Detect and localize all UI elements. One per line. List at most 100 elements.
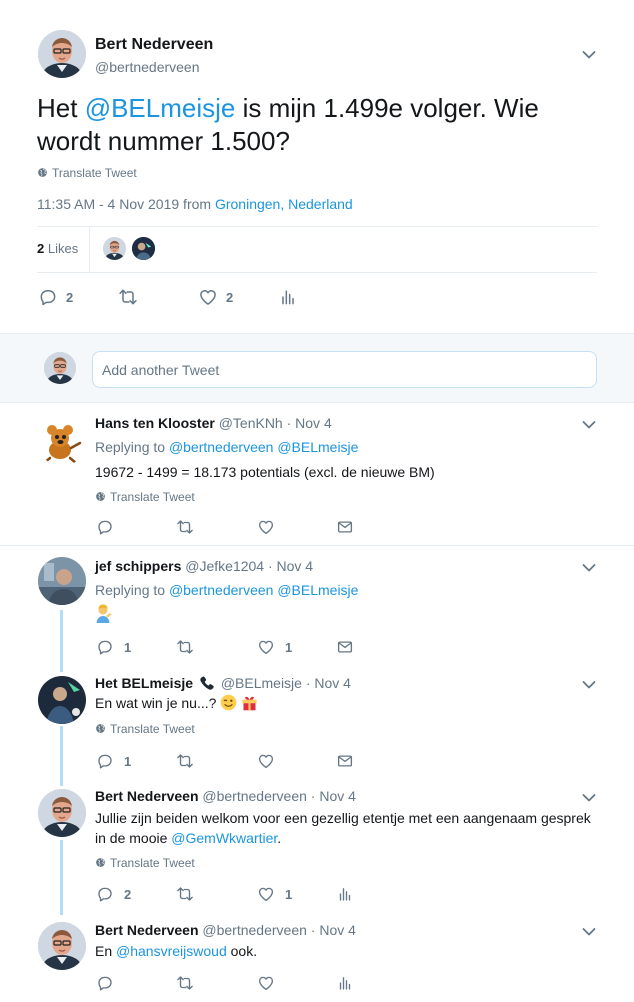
translate-tweet[interactable]: Translate Tweet (95, 856, 195, 870)
chevron-down-icon[interactable] (582, 927, 596, 937)
phone-icon (200, 676, 214, 690)
avatar[interactable] (38, 557, 86, 605)
author-handle[interactable]: @bertnederveen (95, 59, 200, 75)
person-emoji (95, 604, 112, 623)
analytics-icon[interactable] (278, 287, 298, 307)
translate-tweet[interactable]: Translate Tweet (95, 722, 195, 736)
like-icon[interactable] (257, 518, 275, 536)
retweet-icon[interactable] (176, 752, 194, 770)
author-name[interactable]: Hans ten Klooster (95, 415, 215, 431)
author-meta[interactable]: @BELmeisje · Nov 4 (221, 675, 351, 691)
avatar[interactable] (38, 789, 86, 837)
timestamp-text[interactable]: 11:35 AM - 4 Nov 2019 from (37, 196, 215, 212)
avatar[interactable] (38, 922, 86, 970)
reply-header: Hans ten Klooster @TenKNh · Nov 4 (95, 415, 332, 431)
chevron-down-icon[interactable] (582, 563, 596, 573)
tweet-text-line2: wordt nummer 1.500? (37, 126, 290, 156)
reply-header: Het BELmeisje @BELmeisje · Nov 4 (95, 675, 351, 691)
reply-icon[interactable] (96, 638, 114, 656)
location-link[interactable]: Groningen, Nederland (215, 196, 353, 212)
globe-icon (95, 723, 106, 734)
reply-text-line2: in de mooie (95, 830, 172, 846)
retweet-icon[interactable] (176, 885, 194, 903)
reply-count: 2 (124, 887, 132, 902)
translate-label: Translate Tweet (110, 490, 195, 504)
globe-icon (95, 857, 106, 868)
reply-text-body: En wat win je nu...? (95, 695, 217, 711)
divider (0, 545, 634, 546)
author-name[interactable]: Bert Nederveen (95, 36, 213, 54)
retweet-icon[interactable] (118, 287, 138, 307)
likes-stat[interactable]: 2 Likes (37, 241, 78, 256)
retweet-icon[interactable] (176, 518, 194, 536)
reply-text: En @hansvreijswoud ook. (95, 941, 257, 961)
avatar[interactable] (38, 30, 86, 78)
reply-icon[interactable] (96, 752, 114, 770)
replying-label: Replying to (95, 439, 169, 455)
add-tweet-input[interactable]: Add another Tweet (92, 351, 597, 388)
author-name[interactable]: jef schippers (95, 558, 181, 574)
reply-icon[interactable] (96, 974, 114, 992)
mention-link[interactable]: @GemWkwartier (171, 830, 277, 846)
reply-icon[interactable] (96, 885, 114, 903)
reply-header: Bert Nederveen @bertnederveen · Nov 4 (95, 922, 356, 938)
liker-avatar[interactable] (103, 237, 126, 260)
tweet-text-prefix: Het (37, 93, 85, 123)
replying-mentions[interactable]: @bertnederveen @BELmeisje (169, 582, 359, 598)
divider (37, 226, 597, 227)
avatar[interactable] (38, 418, 86, 466)
reply-text: 19672 - 1499 = 18.173 potentials (excl. … (95, 464, 435, 480)
avatar (44, 352, 76, 384)
like-icon[interactable] (257, 752, 275, 770)
like-icon[interactable] (257, 974, 275, 992)
dm-icon[interactable] (336, 518, 354, 536)
chevron-down-icon[interactable] (582, 50, 596, 60)
reply-icon[interactable] (38, 287, 58, 307)
translate-tweet[interactable]: Translate Tweet (37, 166, 137, 180)
tweet-text: Het @BELmeisje is mijn 1.499e volger. Wi… (37, 92, 617, 158)
reply-count: 1 (124, 640, 132, 655)
analytics-icon[interactable] (336, 974, 354, 992)
like-icon[interactable] (257, 885, 275, 903)
translate-label: Translate Tweet (52, 166, 137, 180)
author-name[interactable]: Bert Nederveen (95, 788, 199, 804)
likes-label: Likes (47, 241, 79, 256)
replying-to: Replying to @bertnederveen @BELmeisje (95, 439, 358, 455)
mention-link[interactable]: @BELmeisje (85, 93, 236, 123)
chevron-down-icon[interactable] (582, 793, 596, 803)
mention-link[interactable]: @hansvreijswoud (116, 943, 227, 959)
liker-avatar[interactable] (132, 237, 155, 260)
reply-header: jef schippers @Jefke1204 · Nov 4 (95, 558, 313, 574)
dm-icon[interactable] (336, 752, 354, 770)
like-count: 2 (226, 290, 234, 305)
likes-count: 2 (37, 241, 45, 256)
reply-text-line1: Jullie zijn beiden welkom voor een gezel… (95, 810, 591, 826)
author-meta[interactable]: @bertnederveen · Nov 4 (202, 922, 356, 938)
retweet-icon[interactable] (176, 638, 194, 656)
chevron-down-icon[interactable] (582, 680, 596, 690)
retweet-icon[interactable] (176, 974, 194, 992)
dm-icon[interactable] (336, 638, 354, 656)
author-meta[interactable]: @TenKNh · Nov 4 (219, 415, 332, 431)
like-count: 1 (285, 640, 293, 655)
reply-composer: Add another Tweet (0, 333, 634, 403)
reply-text: En wat win je nu...? (95, 693, 258, 713)
replying-mentions[interactable]: @bertnederveen @BELmeisje (169, 439, 359, 455)
tweet-timestamp: 11:35 AM - 4 Nov 2019 from Groningen, Ne… (37, 196, 353, 212)
input-placeholder: Add another Tweet (102, 362, 220, 378)
translate-tweet[interactable]: Translate Tweet (95, 490, 195, 504)
chevron-down-icon[interactable] (582, 420, 596, 430)
reply-text: Jullie zijn beiden welkom voor een gezel… (95, 808, 615, 848)
like-icon[interactable] (198, 287, 218, 307)
reply-text-prefix: En (95, 943, 117, 959)
author-meta[interactable]: @bertnederveen · Nov 4 (202, 788, 356, 804)
translate-label: Translate Tweet (110, 856, 195, 870)
author-name[interactable]: Bert Nederveen (95, 922, 199, 938)
avatar[interactable] (38, 676, 86, 724)
replying-to: Replying to @bertnederveen @BELmeisje (95, 582, 358, 598)
like-icon[interactable] (257, 638, 275, 656)
reply-icon[interactable] (96, 518, 114, 536)
analytics-icon[interactable] (336, 885, 354, 903)
author-meta[interactable]: @Jefke1204 · Nov 4 (185, 558, 313, 574)
author-name[interactable]: Het BELmeisje (95, 675, 193, 691)
